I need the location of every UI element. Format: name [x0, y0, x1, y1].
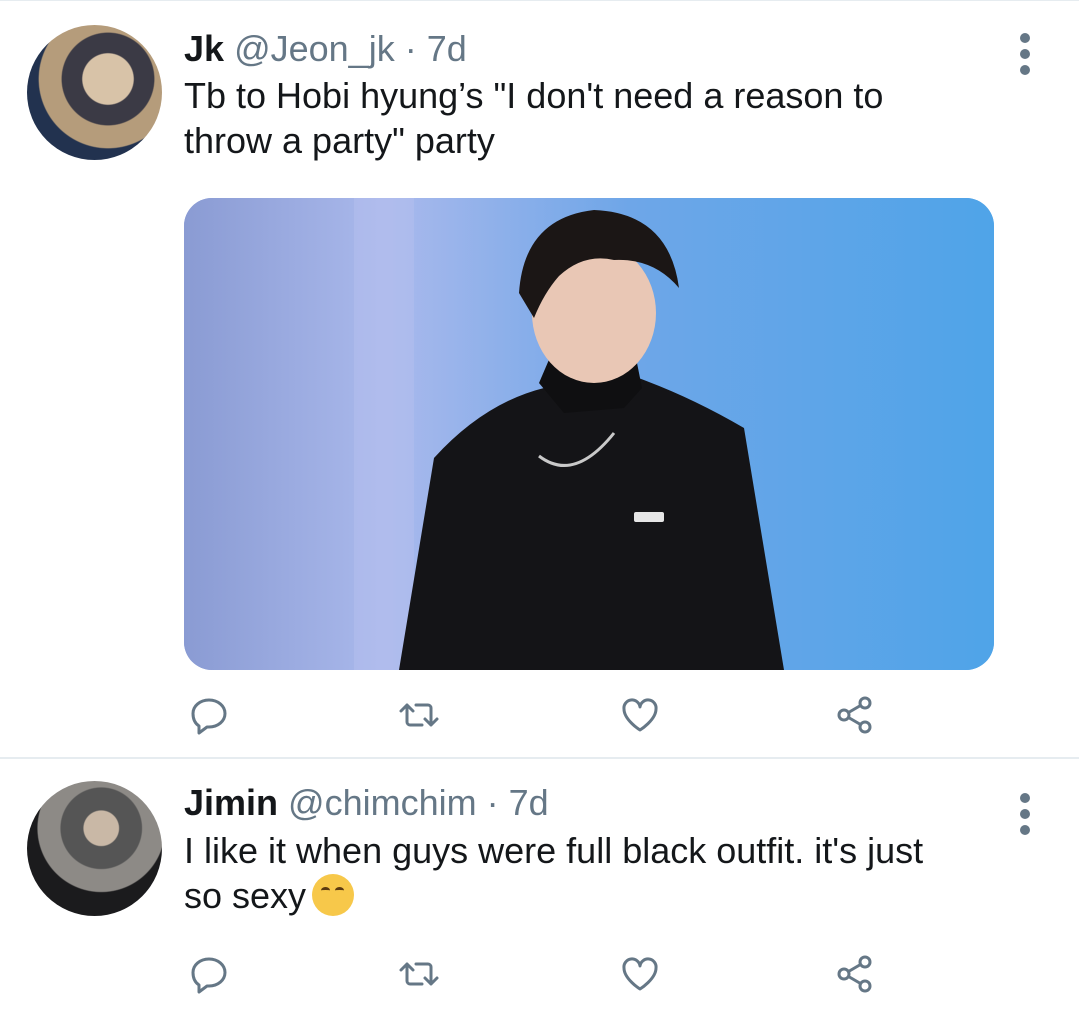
share-icon[interactable] [834, 954, 876, 994]
tweet-actions [0, 695, 1079, 735]
timestamp[interactable]: 7d [427, 28, 467, 69]
separator: · [404, 28, 417, 69]
tweet-header: Jk @Jeon_jk · 7d [184, 27, 467, 71]
user-name[interactable]: Jk [184, 28, 224, 69]
tweet[interactable]: Jk @Jeon_jk · 7d Tb to Hobi hyung’s "I d… [0, 0, 1079, 758]
user-handle[interactable]: @Jeon_jk [234, 28, 395, 69]
tweet-actions [0, 954, 1079, 994]
separator: · [486, 782, 499, 823]
tweet-text-line-with-emoji: so sexy [184, 873, 1044, 918]
tweet-header: Jimin @chimchim · 7d [184, 781, 549, 825]
timestamp[interactable]: 7d [509, 782, 549, 823]
tweet-photo[interactable] [184, 198, 994, 670]
share-icon[interactable] [834, 695, 876, 735]
tweet-text-line: so sexy [184, 875, 307, 916]
user-name[interactable]: Jimin [184, 782, 278, 823]
reply-icon[interactable] [188, 695, 230, 735]
tweet-text: Tb to Hobi hyung’s "I don't need a reaso… [184, 73, 1044, 163]
reply-icon[interactable] [188, 954, 230, 994]
heart-icon[interactable] [619, 695, 661, 735]
tweet-text: I like it when guys were full black outf… [184, 828, 1044, 918]
retweet-icon[interactable] [398, 695, 440, 735]
tweet-text-line: Tb to Hobi hyung’s "I don't need a reaso… [184, 75, 884, 116]
avatar[interactable] [27, 781, 162, 916]
user-handle[interactable]: @chimchim [288, 782, 477, 823]
tweet[interactable]: Jimin @chimchim · 7d I like it when guys… [0, 757, 1079, 1021]
more-vertical-icon[interactable] [1016, 33, 1034, 75]
drooling-face-emoji [312, 874, 355, 916]
avatar[interactable] [27, 25, 162, 160]
tweet-text-line: I like it when guys were full black outf… [184, 830, 924, 871]
tweet-text-line: throw a party" party [184, 120, 495, 161]
retweet-icon[interactable] [398, 954, 440, 994]
heart-icon[interactable] [619, 954, 661, 994]
